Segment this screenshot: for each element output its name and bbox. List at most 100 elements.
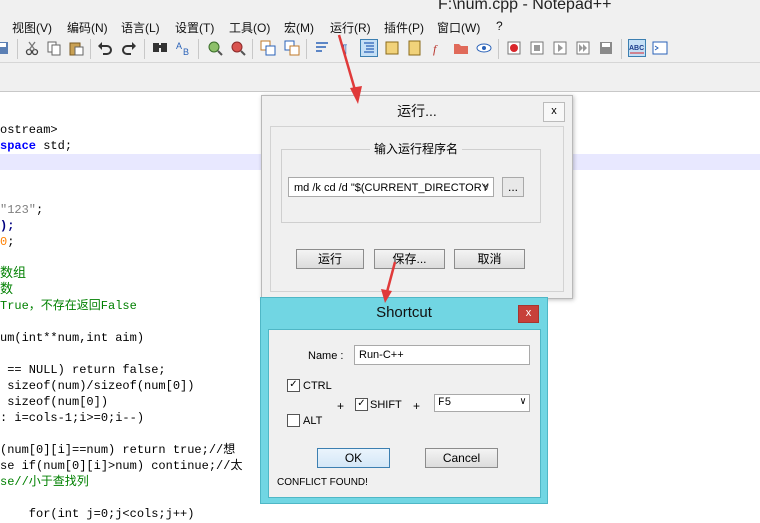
conflict-status: CONFLICT FOUND! bbox=[277, 477, 368, 488]
code-line: (num[0][i]==num) return true;//想 bbox=[0, 443, 236, 457]
run-dialog-close-button[interactable]: x bbox=[543, 102, 565, 122]
toolbar-separator bbox=[90, 39, 91, 59]
code-line: 0; bbox=[0, 235, 15, 249]
stop-macro-icon[interactable] bbox=[529, 40, 545, 56]
menu-tools[interactable]: 工具(O) bbox=[229, 19, 270, 36]
key-value: F5 bbox=[438, 397, 452, 409]
toolbar-separator bbox=[17, 39, 18, 59]
menu-macro[interactable]: 宏(M) bbox=[284, 19, 314, 36]
menu-window[interactable]: 窗口(W) bbox=[437, 19, 480, 36]
name-label: Name : bbox=[308, 350, 344, 362]
code-line: se if(num[0][i]>num) continue;//太 bbox=[0, 459, 243, 473]
cut-icon[interactable] bbox=[24, 40, 40, 56]
toolbar-separator bbox=[198, 39, 199, 59]
close-icon: x bbox=[551, 105, 557, 117]
plus-sign: + bbox=[413, 399, 421, 413]
run-dialog-title: 运行... bbox=[397, 103, 437, 119]
document-map-icon[interactable] bbox=[407, 40, 423, 56]
user-language-icon[interactable] bbox=[384, 40, 400, 56]
save-macro-icon[interactable] bbox=[598, 40, 614, 56]
save-button[interactable]: 保存... bbox=[374, 249, 445, 269]
code-line: 数 bbox=[0, 282, 14, 297]
plus-sign: + bbox=[337, 399, 345, 413]
shortcut-dialog-body: Name : Run-C++ ✓ CTRL ALT + ✓ SHIFT + F5… bbox=[268, 329, 541, 498]
sync-horizontal-icon[interactable] bbox=[284, 40, 300, 56]
replace-icon[interactable]: AB bbox=[176, 40, 192, 56]
ok-button[interactable]: OK bbox=[317, 448, 390, 468]
svg-text:ABC: ABC bbox=[629, 45, 644, 52]
show-all-chars-icon[interactable]: ¶ bbox=[337, 40, 353, 56]
monitoring-eye-icon[interactable] bbox=[476, 40, 492, 56]
ctrl-label: CTRL bbox=[303, 380, 332, 392]
run-button[interactable]: 运行 bbox=[296, 249, 364, 269]
ctrl-checkbox[interactable]: ✓ bbox=[287, 379, 300, 392]
shortcut-dialog-title: Shortcut bbox=[376, 304, 432, 321]
code-line: : i=cols-1;i>=0;i--) bbox=[0, 411, 145, 425]
run-dialog: 运行... x 输入运行程序名 md /k cd /d "$(CURRENT_D… bbox=[261, 95, 573, 299]
cancel-button[interactable]: Cancel bbox=[425, 448, 498, 468]
tab-strip bbox=[0, 63, 760, 92]
menu-settings[interactable]: 设置(T) bbox=[175, 19, 214, 36]
play-macro-icon[interactable] bbox=[552, 40, 568, 56]
function-list-icon[interactable]: f bbox=[430, 40, 446, 56]
undo-icon[interactable] bbox=[97, 40, 113, 56]
toolbar-separator bbox=[306, 39, 307, 59]
paste-icon[interactable] bbox=[68, 40, 84, 56]
cancel-button[interactable]: 取消 bbox=[454, 249, 525, 269]
program-command-select[interactable]: md /k cd /d "$(CURRENT_DIRECTORY ∨ bbox=[288, 177, 494, 197]
menu-run[interactable]: 运行(R) bbox=[330, 19, 371, 36]
alt-label: ALT bbox=[303, 415, 323, 427]
menu-view[interactable]: 视图(V) bbox=[12, 19, 52, 36]
menu-language[interactable]: 语言(L) bbox=[121, 19, 160, 36]
code-line: sizeof(num)/sizeof(num[0]) bbox=[0, 379, 195, 393]
toolbar-separator bbox=[621, 39, 622, 59]
code-line: um(int**num,int aim) bbox=[0, 331, 145, 345]
code-line: se//小于查找列 bbox=[0, 475, 89, 489]
menu-help[interactable]: ? bbox=[496, 19, 503, 33]
folder-workspace-icon[interactable] bbox=[453, 40, 469, 56]
svg-text:B: B bbox=[183, 47, 189, 56]
program-group-label: 输入运行程序名 bbox=[370, 140, 463, 157]
indent-guide-icon[interactable] bbox=[360, 39, 378, 57]
code-line: True，不存在返回False bbox=[0, 299, 137, 313]
sync-vertical-icon[interactable] bbox=[260, 40, 276, 56]
toolbar-separator bbox=[252, 39, 253, 59]
code-line: ostream> bbox=[0, 123, 58, 137]
shortcut-dialog: Shortcut x Name : Run-C++ ✓ CTRL ALT + ✓… bbox=[260, 297, 548, 504]
menu-encoding[interactable]: 编码(N) bbox=[67, 19, 108, 36]
code-line: 数组 bbox=[0, 266, 27, 281]
shortcut-dialog-close-button[interactable]: x bbox=[518, 305, 539, 323]
save-icon[interactable] bbox=[0, 40, 10, 56]
run-macro-multiple-icon[interactable] bbox=[575, 40, 591, 56]
key-select[interactable]: F5 ∨ bbox=[434, 394, 530, 412]
find-icon[interactable] bbox=[152, 40, 168, 56]
svg-text:¶: ¶ bbox=[341, 42, 347, 56]
word-wrap-icon[interactable] bbox=[314, 40, 330, 56]
copy-icon[interactable] bbox=[46, 40, 62, 56]
svg-text:A: A bbox=[176, 41, 182, 51]
zoom-in-icon[interactable] bbox=[207, 40, 223, 56]
window-title: F:\num.cpp - Notepad++ bbox=[438, 0, 612, 13]
alt-checkbox[interactable] bbox=[287, 414, 300, 427]
code-line: for(int j=0;j<cols;j++) bbox=[0, 507, 195, 521]
svg-text:f: f bbox=[433, 42, 438, 56]
code-line: == NULL) return false; bbox=[0, 363, 166, 377]
zoom-out-icon[interactable] bbox=[230, 40, 246, 56]
code-line: space std; bbox=[0, 139, 73, 153]
redo-icon[interactable] bbox=[121, 40, 137, 56]
code-line: ); bbox=[0, 219, 15, 233]
shift-checkbox[interactable]: ✓ bbox=[355, 398, 368, 411]
menu-plugins[interactable]: 插件(P) bbox=[384, 19, 424, 36]
browse-button[interactable]: ... bbox=[502, 177, 524, 197]
chevron-down-icon: ∨ bbox=[519, 397, 526, 408]
record-macro-icon[interactable] bbox=[506, 40, 522, 56]
run-dialog-body: 输入运行程序名 md /k cd /d "$(CURRENT_DIRECTORY… bbox=[270, 126, 564, 292]
console-icon[interactable] bbox=[652, 40, 668, 56]
shift-label: SHIFT bbox=[370, 399, 402, 411]
shortcut-name-input[interactable]: Run-C++ bbox=[354, 345, 530, 365]
spell-check-icon[interactable]: ABC bbox=[628, 39, 646, 57]
close-icon: x bbox=[525, 307, 532, 319]
menu-bar: 视图(V) 编码(N) 语言(L) 设置(T) 工具(O) 宏(M) 运行(R)… bbox=[0, 16, 760, 36]
window-titlebar: F:\num.cpp - Notepad++ bbox=[0, 0, 760, 16]
toolbar-separator bbox=[144, 39, 145, 59]
